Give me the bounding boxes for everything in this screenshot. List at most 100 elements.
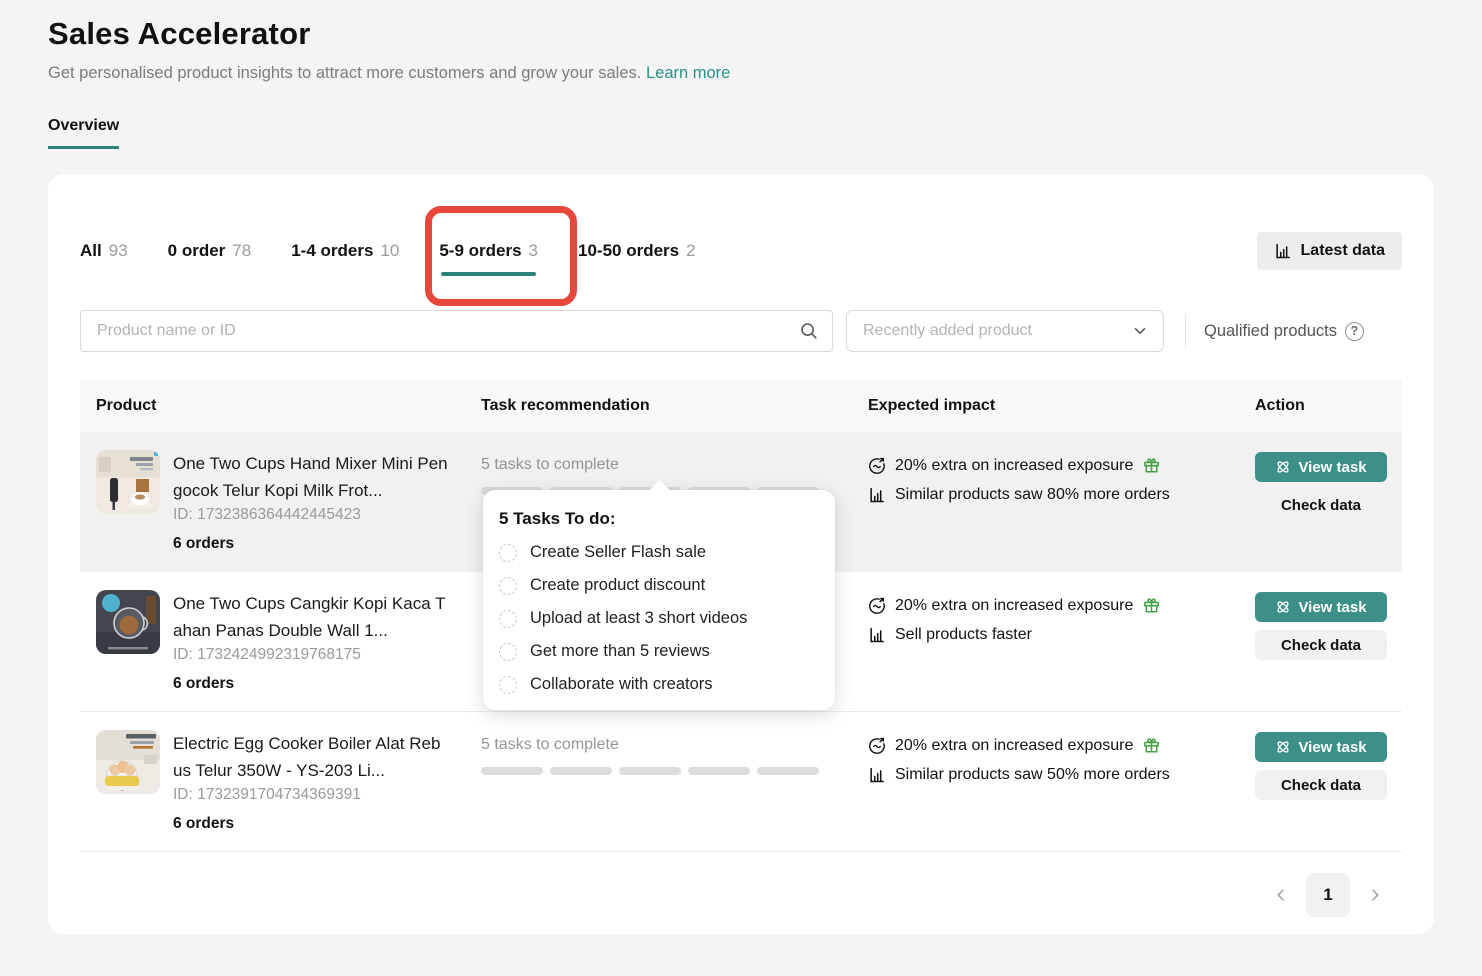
- filter-count: 3: [529, 241, 538, 261]
- filter-tab-0-order[interactable]: 0 order 78: [168, 241, 252, 261]
- action-cell: View task Check data: [1239, 572, 1402, 711]
- product-info: One Two Cups Cangkir Kopi Kaca Tahan Pan…: [173, 590, 449, 711]
- pagination: 1: [80, 873, 1402, 917]
- page-title: Sales Accelerator: [48, 16, 1434, 52]
- order-filter-tabs: All 93 0 order 78 1-4 orders 10 5-9 orde…: [80, 241, 696, 261]
- gift-icon: [1142, 736, 1161, 755]
- product-image-hand-mixer: [96, 450, 160, 514]
- latest-data-label: Latest data: [1301, 242, 1385, 260]
- search-row: Recently added product Qualified product…: [80, 310, 1402, 352]
- boost-atom-icon: [1275, 599, 1291, 615]
- bar-chart-icon: [1274, 242, 1292, 260]
- gift-icon: [1142, 456, 1161, 475]
- check-data-button[interactable]: Check data: [1255, 630, 1387, 660]
- help-icon[interactable]: ?: [1345, 322, 1364, 341]
- tasks-tooltip: 5 Tasks To do: Create Seller Flash sale …: [483, 490, 835, 710]
- impact-secondary: Sell products faster: [868, 626, 1223, 644]
- filter-label: 5-9 orders: [439, 241, 521, 261]
- view-task-button[interactable]: View task: [1255, 592, 1387, 622]
- vertical-divider: [1185, 314, 1186, 348]
- search-input[interactable]: [80, 310, 833, 352]
- sort-select[interactable]: Recently added product: [846, 310, 1164, 352]
- search-icon[interactable]: [799, 321, 819, 346]
- gauge-icon: [868, 737, 886, 755]
- check-data-button[interactable]: Check data: [1255, 770, 1387, 800]
- unchecked-circle-icon: [499, 676, 517, 694]
- tooltip-task-item: Upload at least 3 short videos: [499, 609, 819, 628]
- chevron-left-icon[interactable]: [1269, 883, 1293, 907]
- impact-secondary-text: Sell products faster: [895, 626, 1032, 644]
- product-name[interactable]: One Two Cups Cangkir Kopi Kaca Tahan Pan…: [173, 590, 449, 644]
- col-header-impact: Expected impact: [852, 397, 1239, 415]
- unchecked-circle-icon: [499, 577, 517, 595]
- impact-primary-text: 20% extra on increased exposure: [895, 737, 1133, 755]
- table-header-row: Product Task recommendation Expected imp…: [80, 380, 1402, 432]
- filter-count: 2: [686, 241, 695, 261]
- unchecked-circle-icon: [499, 544, 517, 562]
- product-id: ID: 1732386364442445423: [173, 506, 449, 524]
- tasks-to-complete-label: 5 tasks to complete: [481, 456, 836, 474]
- check-data-button[interactable]: Check data: [1255, 490, 1387, 520]
- tooltip-task-label: Get more than 5 reviews: [530, 642, 710, 661]
- view-task-button[interactable]: View task: [1255, 452, 1387, 482]
- impact-secondary-text: Similar products saw 50% more orders: [895, 766, 1170, 784]
- subtitle-text: Get personalised product insights to att…: [48, 64, 641, 82]
- qualified-products-link[interactable]: Qualified products ?: [1204, 322, 1364, 341]
- boost-atom-icon: [1275, 459, 1291, 475]
- filter-count: 10: [380, 241, 399, 261]
- filter-tab-1-4-orders[interactable]: 1-4 orders 10: [291, 241, 399, 261]
- tab-overview[interactable]: Overview: [48, 117, 119, 149]
- product-info: One Two Cups Hand Mixer Mini Pengocok Te…: [173, 450, 449, 572]
- tooltip-task-label: Upload at least 3 short videos: [530, 609, 747, 628]
- page-number[interactable]: 1: [1306, 873, 1350, 917]
- impact-primary-text: 20% extra on increased exposure: [895, 597, 1133, 615]
- product-orders: 6 orders: [173, 815, 449, 833]
- latest-data-button[interactable]: Latest data: [1257, 232, 1402, 270]
- filter-label: 10-50 orders: [578, 241, 679, 261]
- table-row: Electric Egg Cooker Boiler Alat Rebus Te…: [80, 712, 1402, 852]
- impact-secondary: Similar products saw 50% more orders: [868, 766, 1223, 784]
- learn-more-link[interactable]: Learn more: [646, 64, 730, 82]
- col-header-product: Product: [80, 397, 465, 415]
- task-cell[interactable]: 5 tasks to complete: [465, 712, 852, 851]
- tooltip-task-item: Create product discount: [499, 576, 819, 595]
- gauge-icon: [868, 457, 886, 475]
- product-cell: Electric Egg Cooker Boiler Alat Rebus Te…: [80, 712, 465, 851]
- filter-tab-5-9-orders[interactable]: 5-9 orders 3: [439, 241, 538, 261]
- product-id: ID: 1732424992319768175: [173, 646, 449, 664]
- filter-bar: All 93 0 order 78 1-4 orders 10 5-9 orde…: [80, 174, 1402, 270]
- tooltip-task-label: Create Seller Flash sale: [530, 543, 706, 562]
- view-task-button[interactable]: View task: [1255, 732, 1387, 762]
- impact-primary: 20% extra on increased exposure: [868, 736, 1223, 755]
- tooltip-task-label: Collaborate with creators: [530, 675, 713, 694]
- product-name[interactable]: One Two Cups Hand Mixer Mini Pengocok Te…: [173, 450, 449, 504]
- task-progress-segments: [481, 767, 836, 775]
- action-cell: View task Check data: [1239, 432, 1402, 572]
- product-orders: 6 orders: [173, 675, 449, 693]
- filter-label: 0 order: [168, 241, 226, 261]
- chevron-down-icon: [1131, 322, 1149, 340]
- bar-chart-icon: [868, 766, 886, 784]
- task-segment: [688, 767, 750, 775]
- sales-accelerator-page: Sales Accelerator Get personalised produ…: [0, 0, 1482, 934]
- unchecked-circle-icon: [499, 643, 517, 661]
- filter-count: 78: [232, 241, 251, 261]
- impact-secondary-text: Similar products saw 80% more orders: [895, 486, 1170, 504]
- search-box: [80, 310, 833, 352]
- tooltip-title: 5 Tasks To do:: [499, 509, 819, 529]
- product-orders: 6 orders: [173, 535, 449, 553]
- filter-tab-all[interactable]: All 93: [80, 241, 128, 261]
- impact-cell: 20% extra on increased exposure: [852, 712, 1239, 851]
- filter-tab-10-50-orders[interactable]: 10-50 orders 2: [578, 241, 696, 261]
- product-image-glass-cup: [96, 590, 160, 654]
- bar-chart-icon: [868, 486, 886, 504]
- product-name[interactable]: Electric Egg Cooker Boiler Alat Rebus Te…: [173, 730, 449, 784]
- product-cell: One Two Cups Hand Mixer Mini Pengocok Te…: [80, 432, 465, 572]
- gift-icon: [1142, 596, 1161, 615]
- impact-cell: 20% extra on increased exposure: [852, 572, 1239, 711]
- col-header-task: Task recommendation: [465, 397, 852, 415]
- chevron-right-icon[interactable]: [1363, 883, 1387, 907]
- view-task-label: View task: [1298, 599, 1366, 616]
- product-cell: One Two Cups Cangkir Kopi Kaca Tahan Pan…: [80, 572, 465, 711]
- bar-chart-icon: [868, 626, 886, 644]
